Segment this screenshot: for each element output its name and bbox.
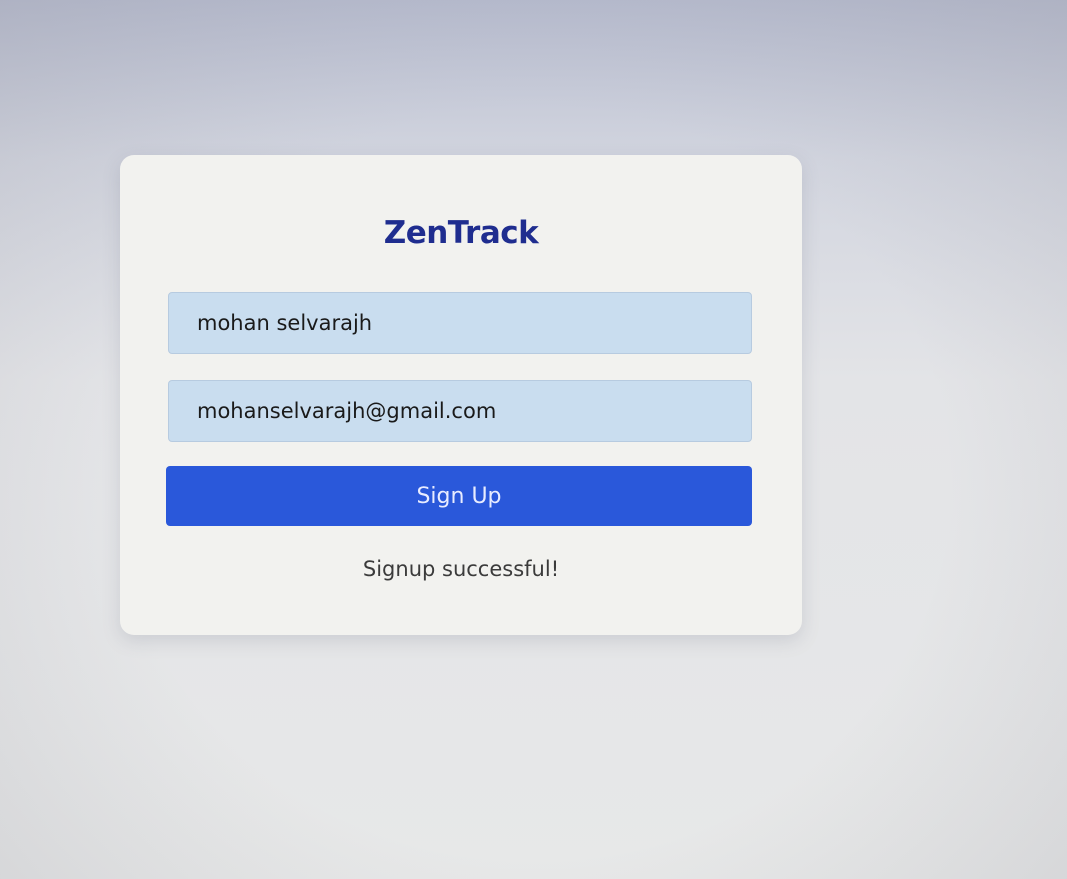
email-input[interactable] bbox=[168, 380, 752, 442]
signup-card: ZenTrack Sign Up Signup successful! bbox=[120, 155, 802, 635]
app-title: ZenTrack bbox=[383, 215, 539, 251]
name-input[interactable] bbox=[168, 292, 752, 354]
sign-up-button[interactable]: Sign Up bbox=[166, 466, 752, 526]
status-message: Signup successful! bbox=[362, 557, 560, 581]
